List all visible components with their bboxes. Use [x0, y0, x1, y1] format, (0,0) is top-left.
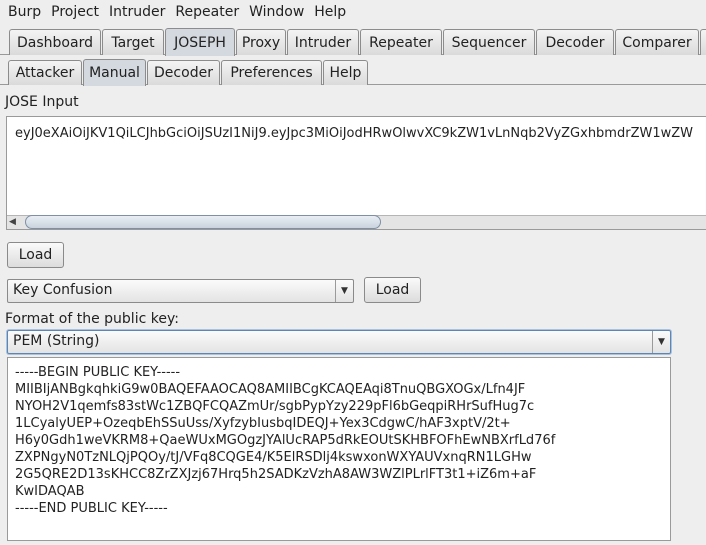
subtab-manual[interactable]: Manual: [83, 59, 146, 86]
public-key-format-select[interactable]: PEM (String) ▼: [7, 330, 671, 354]
jose-load-button[interactable]: Load: [7, 242, 64, 268]
tab-repeater[interactable]: Repeater: [360, 29, 442, 55]
scroll-left-icon[interactable]: ◀: [9, 216, 16, 229]
public-key-line: H6y0Gdh1weVKRM8+QaeWUxMGOgzJYAlUcRAP5dRk…: [15, 433, 556, 448]
tab-intruder[interactable]: Intruder: [287, 29, 359, 55]
subtab-help[interactable]: Help: [323, 60, 368, 85]
attack-type-value: Key Confusion: [13, 282, 113, 298]
public-key-format-value: PEM (String): [13, 333, 100, 349]
menu-repeater[interactable]: Repeater: [171, 4, 243, 20]
menu-window[interactable]: Window: [245, 4, 308, 20]
subtab-attacker[interactable]: Attacker: [8, 60, 82, 85]
subtab-preferences[interactable]: Preferences: [221, 60, 322, 85]
public-key-text: -----BEGIN PUBLIC KEY----- MIIBIjANBgkqh…: [15, 364, 555, 517]
public-key-line: MIIBIjANBgkqhkiG9w0BAQEFAAOCAQ8AMIIBCgKC…: [15, 382, 526, 397]
public-key-line: 2G5QRE2D13sKHCC8ZrZXJzj67Hrq5h2SADKzVzhA…: [15, 467, 537, 482]
tab-joseph[interactable]: JOSEPH: [165, 28, 235, 56]
jose-horizontal-scrollbar[interactable]: ◀: [7, 215, 706, 229]
public-key-line: ZXPNgyN0TzNLQjPQOy/tJ/VFq8CQGE4/K5ElRSDl…: [15, 450, 532, 465]
tab-target[interactable]: Target: [102, 29, 164, 55]
chevron-down-icon: ▼: [335, 280, 353, 302]
tab-proxy[interactable]: Proxy: [236, 29, 286, 55]
scrollbar-thumb[interactable]: [25, 215, 381, 229]
jose-input-label: JOSE Input: [5, 94, 79, 110]
tab-sequencer[interactable]: Sequencer: [443, 29, 535, 55]
menu-intruder[interactable]: Intruder: [105, 4, 169, 20]
public-key-format-label: Format of the public key:: [5, 311, 179, 327]
main-tab-bar: Dashboard Target JOSEPH Proxy Intruder R…: [0, 27, 706, 56]
sub-tab-bar: Attacker Manual Decoder Preferences Help: [0, 58, 706, 86]
menu-project[interactable]: Project: [47, 4, 103, 20]
tab-dashboard[interactable]: Dashboard: [9, 29, 101, 55]
subtab-decoder[interactable]: Decoder: [147, 60, 220, 85]
public-key-line: KwIDAQAB: [15, 484, 85, 499]
menu-burp[interactable]: Burp: [4, 4, 45, 20]
tab-decoder[interactable]: Decoder: [536, 29, 614, 55]
public-key-textarea[interactable]: -----BEGIN PUBLIC KEY----- MIIBIjANBgkqh…: [7, 357, 671, 541]
attack-type-select[interactable]: Key Confusion ▼: [7, 279, 354, 303]
public-key-line: NYOH2V1qemfs83stWc1ZBQFCQAZmUr/sgbPypYzy…: [15, 399, 535, 414]
chevron-down-icon: ▼: [652, 331, 670, 353]
attack-load-button[interactable]: Load: [364, 277, 421, 303]
jose-input-field[interactable]: eyJ0eXAiOiJKV1QiLCJhbGciOiJSUzI1NiJ9.eyJ…: [6, 116, 706, 230]
jose-input-value: eyJ0eXAiOiJKV1QiLCJhbGciOiJSUzI1NiJ9.eyJ…: [15, 126, 693, 141]
menu-bar: Burp Project Intruder Repeater Window He…: [0, 0, 706, 24]
public-key-line: 1LCyalyUEP+OzeqbEhSSuUss/XyfzybIusbqIDEQ…: [15, 416, 511, 431]
public-key-line: -----BEGIN PUBLIC KEY-----: [15, 365, 181, 380]
tab-overflow[interactable]: [700, 29, 706, 55]
menu-help[interactable]: Help: [310, 4, 350, 20]
tab-comparer[interactable]: Comparer: [615, 29, 699, 55]
public-key-line: -----END PUBLIC KEY-----: [15, 501, 168, 516]
